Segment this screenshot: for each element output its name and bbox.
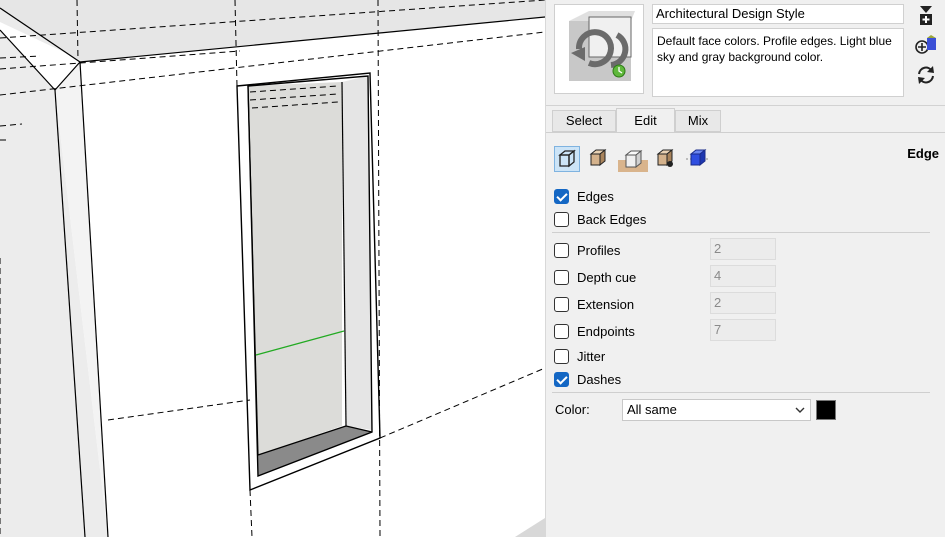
extension-option[interactable]: Extension 2 xyxy=(554,292,784,314)
profiles-option[interactable]: Profiles 2 xyxy=(554,238,784,260)
profiles-checkbox[interactable] xyxy=(554,243,569,258)
endpoints-input[interactable]: 7 xyxy=(710,319,776,341)
color-label: Color: xyxy=(555,402,590,417)
edge-settings-button[interactable] xyxy=(554,146,580,172)
style-thumbnail[interactable] xyxy=(554,4,644,94)
tab-edit[interactable]: Edit xyxy=(616,108,675,133)
back-edges-checkbox[interactable] xyxy=(554,212,569,227)
model-viewport[interactable] xyxy=(0,0,545,537)
extension-checkbox[interactable] xyxy=(554,297,569,312)
profiles-label: Profiles xyxy=(577,243,621,258)
update-style-icon[interactable] xyxy=(914,64,938,86)
depth-cue-option[interactable]: Depth cue 4 xyxy=(554,265,784,287)
background-settings-icon xyxy=(618,149,648,172)
depth-cue-input[interactable]: 4 xyxy=(710,265,776,287)
watermark-settings-button[interactable] xyxy=(654,146,680,172)
edges-checkbox[interactable] xyxy=(554,189,569,204)
style-preview-icon xyxy=(569,11,635,81)
dashes-label: Dashes xyxy=(577,372,622,387)
create-new-style-icon[interactable] xyxy=(914,4,938,26)
section-title: Edge xyxy=(907,146,939,161)
endpoints-option[interactable]: Endpoints 7 xyxy=(554,319,784,341)
color-mode-value: All same xyxy=(627,402,677,417)
chevron-down-icon xyxy=(795,407,805,413)
jitter-label: Jitter xyxy=(577,349,606,364)
edges-label: Edges xyxy=(577,189,614,204)
edge-divider-bottom xyxy=(552,392,930,393)
edge-divider-top xyxy=(552,232,930,233)
back-edges-label: Back Edges xyxy=(577,212,647,227)
color-mode-select[interactable]: All same xyxy=(622,399,811,421)
tab-mix[interactable]: Mix xyxy=(675,110,721,132)
add-style-icon[interactable] xyxy=(914,34,938,56)
edge-color-swatch[interactable] xyxy=(816,400,836,420)
tab-select[interactable]: Select xyxy=(552,110,616,132)
face-settings-button[interactable] xyxy=(586,146,612,172)
depth-cue-label: Depth cue xyxy=(577,270,637,285)
extension-label: Extension xyxy=(577,297,635,312)
panel-separator xyxy=(546,105,945,106)
modeling-settings-icon xyxy=(686,148,710,167)
dashes-checkbox[interactable] xyxy=(554,372,569,387)
endpoints-checkbox[interactable] xyxy=(554,324,569,339)
style-description-field[interactable]: Default face colors. Profile edges. Ligh… xyxy=(652,28,904,97)
tab-baseline xyxy=(546,132,945,133)
profiles-width-input[interactable]: 2 xyxy=(710,238,776,260)
endpoints-label: Endpoints xyxy=(577,324,635,339)
background-settings-button[interactable] xyxy=(618,146,648,172)
style-name-field[interactable]: Architectural Design Style xyxy=(652,4,904,24)
face-settings-icon xyxy=(589,148,607,167)
model-scene xyxy=(0,0,545,537)
watermark-settings-icon xyxy=(656,148,674,167)
jitter-checkbox[interactable] xyxy=(554,349,569,364)
edge-settings-icon xyxy=(558,149,576,168)
extension-input[interactable]: 2 xyxy=(710,292,776,314)
modeling-settings-button[interactable] xyxy=(686,146,712,172)
styles-panel: Architectural Design Style Default face … xyxy=(545,0,945,537)
depth-cue-checkbox[interactable] xyxy=(554,270,569,285)
